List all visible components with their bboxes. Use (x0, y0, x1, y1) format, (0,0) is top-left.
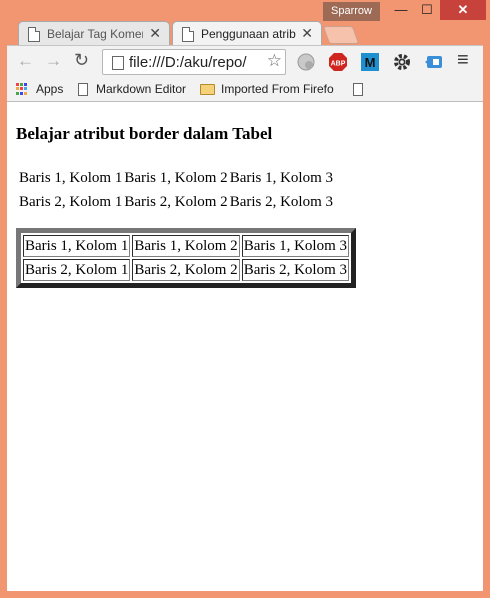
new-tab-button[interactable] (322, 26, 360, 44)
browser-window: Sparrow — ☐ ✕ Belajar Tag Komer ✕ Penggu… (0, 0, 490, 598)
forward-icon[interactable]: → (45, 51, 62, 71)
folder-icon (200, 84, 215, 95)
table-cell: Baris 1, Kolom 3 (241, 235, 350, 257)
page-icon (28, 27, 40, 42)
bookmark-markdown-editor[interactable]: Markdown Editor (96, 82, 186, 96)
tab-penggunaan-atribut[interactable]: Penggunaan atrib ✕ (172, 21, 322, 46)
table-with-border: Baris 1, Kolom 1 Baris 1, Kolom 2 Baris … (16, 228, 357, 288)
table-cell: Baris 1, Kolom 1 (23, 235, 131, 257)
page-icon (182, 27, 194, 42)
adblock-plus-icon[interactable]: ABP (328, 52, 348, 72)
page-heading: Belajar atribut border dalam Tabel (16, 124, 273, 143)
bookmark-imported-from-firefox[interactable]: Imported From Firefo (221, 82, 345, 96)
tab-title: Penggunaan atrib (201, 27, 296, 41)
table-cell: Baris 2, Kolom 1 (19, 194, 123, 210)
url-text[interactable]: file:///D:/aku/repo/ (129, 54, 263, 71)
table-cell: Baris 1, Kolom 2 (132, 235, 240, 257)
table-cell: Baris 2, Kolom 3 (241, 259, 350, 281)
close-tab-icon[interactable]: ✕ (149, 25, 161, 42)
table-without-border: Baris 1, Kolom 1 Baris 1, Kolom 2 Baris … (17, 165, 335, 215)
maximize-button[interactable]: ☐ (414, 0, 440, 20)
cast-extension-icon[interactable] (424, 52, 444, 72)
page-icon (78, 83, 88, 96)
table-cell: Baris 2, Kolom 3 (229, 194, 334, 210)
profile-button[interactable]: Sparrow (323, 2, 380, 21)
table-cell: Baris 2, Kolom 2 (124, 194, 228, 210)
tab-title: Belajar Tag Komer (47, 27, 143, 41)
table-row: Baris 1, Kolom 1 Baris 1, Kolom 2 Baris … (19, 167, 333, 189)
table-row: Baris 2, Kolom 1 Baris 2, Kolom 2 Baris … (19, 191, 333, 213)
address-bar[interactable]: file:///D:/aku/repo/ ☆ (102, 49, 286, 75)
table-cell: Baris 1, Kolom 1 (19, 170, 123, 186)
table-cell: Baris 2, Kolom 2 (132, 259, 240, 281)
table-cell: Baris 1, Kolom 3 (229, 170, 334, 186)
back-icon[interactable]: ← (17, 51, 34, 71)
table-cell: Baris 1, Kolom 2 (124, 170, 228, 186)
page-icon (112, 56, 124, 70)
gear-icon[interactable] (392, 52, 412, 72)
m-extension-icon[interactable]: M (360, 52, 380, 72)
bookmarks-bar: Apps Markdown Editor Imported From Firef… (7, 78, 483, 102)
extension-globe-icon[interactable] (296, 52, 316, 72)
menu-icon[interactable]: ≡ (457, 49, 469, 72)
abp-label: ABP (331, 61, 346, 68)
table-cell: Baris 2, Kolom 1 (23, 259, 131, 281)
reload-icon[interactable]: ↻ (74, 50, 89, 71)
m-label: M (365, 55, 376, 70)
bookmark-star-icon[interactable]: ☆ (267, 51, 282, 71)
toolbar: ← → ↻ file:///D:/aku/repo/ ☆ ABP M ≡ (7, 45, 483, 78)
close-window-button[interactable]: ✕ (440, 0, 486, 20)
bookmark-apps[interactable]: Apps (36, 82, 63, 96)
tab-belajar-tag[interactable]: Belajar Tag Komer ✕ (18, 21, 170, 46)
page-content: Belajar atribut border dalam Tabel Baris… (7, 102, 483, 591)
table-row: Baris 2, Kolom 1 Baris 2, Kolom 2 Baris … (23, 259, 350, 281)
apps-icon[interactable] (16, 83, 28, 95)
close-tab-icon[interactable]: ✕ (301, 25, 313, 42)
table-row: Baris 1, Kolom 1 Baris 1, Kolom 2 Baris … (23, 235, 350, 257)
page-icon[interactable] (353, 83, 363, 96)
minimize-button[interactable]: — (388, 0, 414, 20)
